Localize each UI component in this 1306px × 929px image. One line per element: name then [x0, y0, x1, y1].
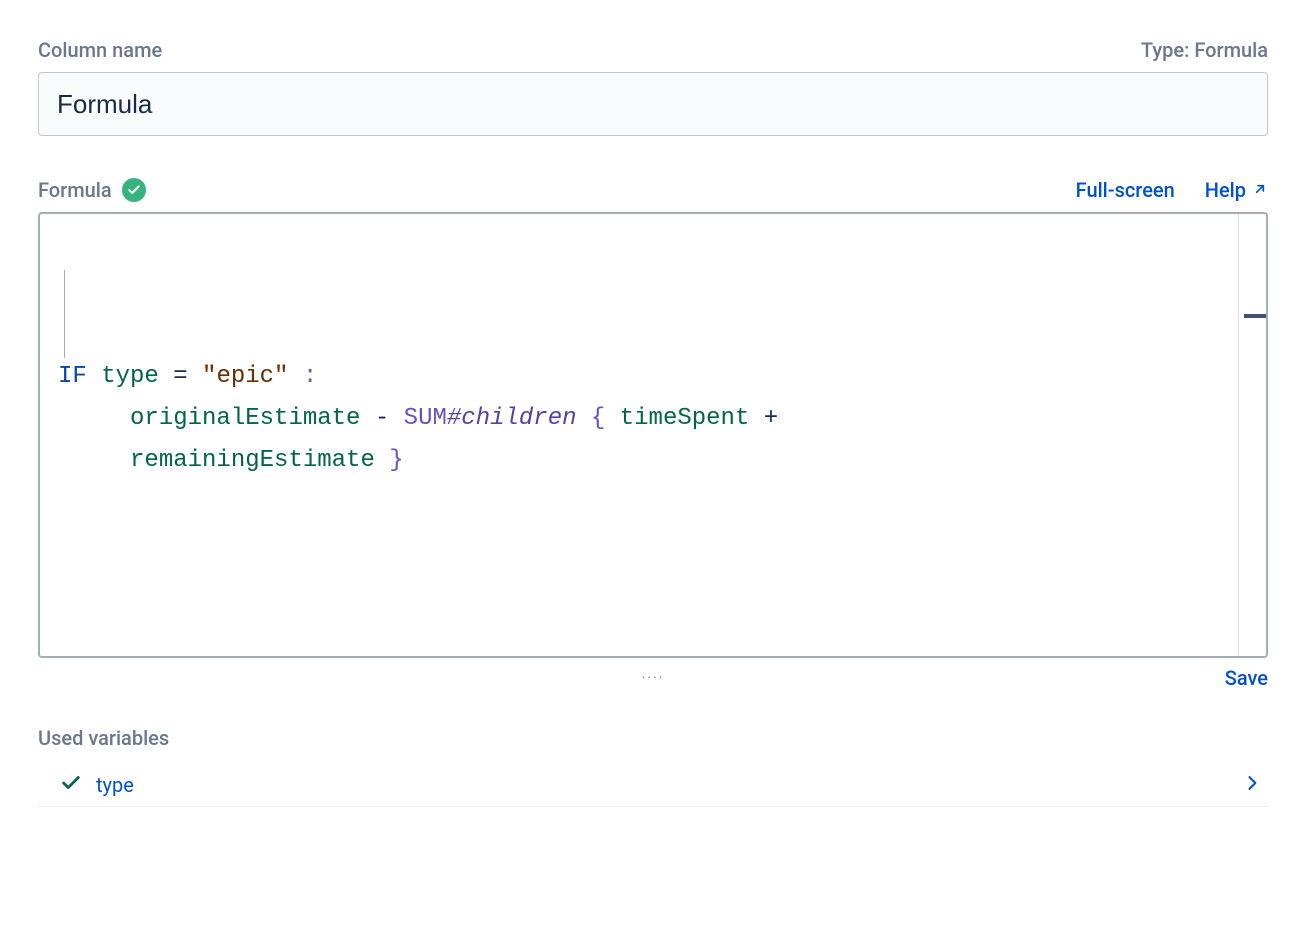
variable-row[interactable]: type	[38, 764, 1268, 807]
resize-handle-icon[interactable]: ····	[642, 670, 665, 686]
save-button[interactable]: Save	[1225, 666, 1268, 690]
used-variables-label: Used variables	[38, 726, 1268, 750]
code-line: originalEstimate - SUM#children { timeSp…	[58, 398, 1220, 440]
chevron-right-icon	[1242, 773, 1262, 797]
column-type-label: Type: Formula	[1141, 38, 1268, 62]
column-name-input[interactable]	[38, 72, 1268, 136]
scrollbar-mark	[1244, 314, 1266, 318]
column-name-label: Column name	[38, 38, 162, 62]
help-button[interactable]: Help	[1205, 178, 1268, 202]
code-line: remainingEstimate }	[58, 440, 1220, 482]
variable-name: type	[96, 773, 134, 797]
help-label: Help	[1205, 178, 1246, 202]
code-line: IF type = "epic" :	[58, 356, 1220, 398]
editor-scrollbar[interactable]	[1238, 214, 1266, 656]
check-icon	[60, 772, 82, 798]
valid-check-icon	[122, 178, 146, 202]
external-link-icon	[1252, 178, 1268, 202]
fullscreen-button[interactable]: Full-screen	[1076, 178, 1175, 202]
formula-label: Formula	[38, 178, 112, 202]
formula-editor[interactable]: IF type = "epic" : originalEstimate - SU…	[38, 212, 1268, 658]
indent-guide	[64, 270, 65, 358]
